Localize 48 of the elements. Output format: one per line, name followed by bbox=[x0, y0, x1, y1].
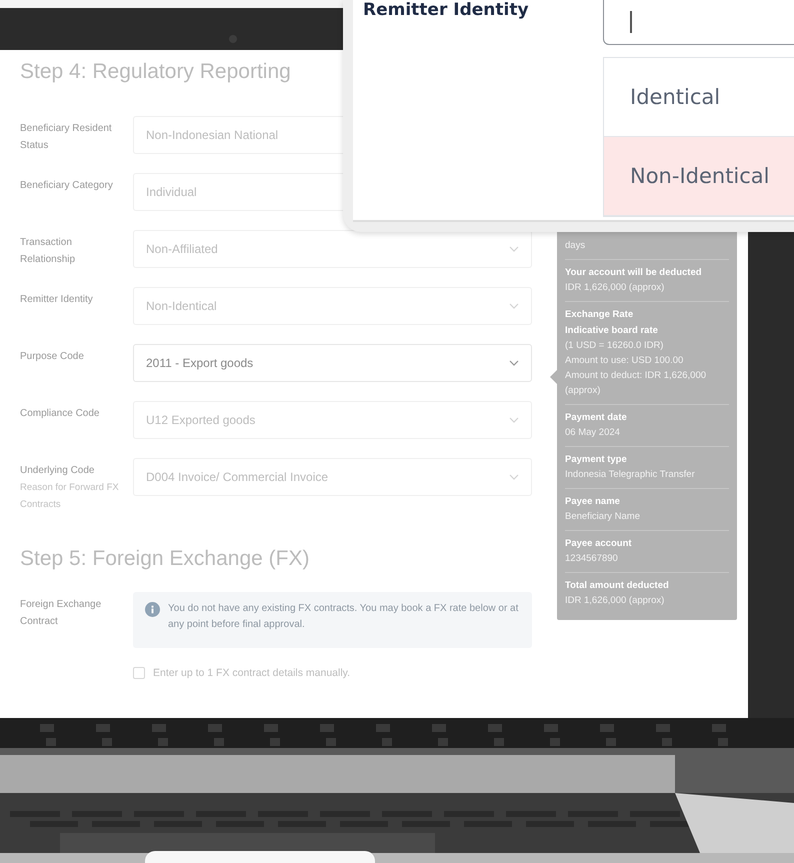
checkbox[interactable] bbox=[133, 667, 145, 679]
select-field[interactable]: Non-Identical bbox=[133, 287, 532, 325]
summary-label: Payee account bbox=[565, 537, 633, 550]
summary-value: Amount to use: USD 100.00 bbox=[565, 355, 684, 367]
field-hint: Reason for Forward FX Contracts bbox=[20, 481, 120, 512]
summary-label: Exchange Rate bbox=[565, 308, 634, 321]
summary-value: Beneficiary Name bbox=[565, 511, 641, 523]
select-field[interactable]: 2011 - Export goods bbox=[133, 344, 532, 382]
field-label: Beneficiary Resident Status bbox=[20, 122, 113, 153]
info-icon bbox=[145, 602, 160, 617]
summary-label: Payment type bbox=[565, 453, 628, 466]
field-label: Remitter Identity bbox=[362, 0, 530, 22]
summary-label: Payee name bbox=[565, 495, 621, 508]
summary-value: Indonesia Telegraphic Transfer bbox=[565, 469, 696, 481]
summary-value: IDR 1,626,000 (approx) bbox=[565, 595, 666, 607]
summary-value: 06 May 2024 bbox=[565, 427, 621, 439]
summary-value: days bbox=[565, 240, 586, 252]
summary-value: (approx) bbox=[565, 385, 602, 397]
field-label: Purpose Code bbox=[20, 350, 85, 364]
chevron-down-icon bbox=[509, 246, 519, 252]
text-field[interactable] bbox=[603, 0, 794, 45]
chevron-down-icon bbox=[509, 303, 519, 309]
chevron-down-icon bbox=[509, 360, 519, 366]
chevron-down-icon bbox=[509, 474, 519, 480]
select-field[interactable]: U12 Exported goods bbox=[133, 401, 532, 439]
field-label: Remitter Identity bbox=[20, 293, 94, 307]
field-label: Transaction Relationship bbox=[20, 236, 76, 267]
summary-label: Your account will be deducted bbox=[565, 266, 703, 279]
select-field[interactable]: D004 Invoice/ Commercial Invoice bbox=[133, 458, 532, 496]
summary-value: Amount to deduct: IDR 1,626,000 bbox=[565, 370, 708, 382]
text-cursor-icon bbox=[630, 11, 632, 33]
section-heading: Step 4: Regulatory Reporting bbox=[20, 59, 292, 85]
field-label: Compliance Code bbox=[20, 407, 100, 421]
field-label: Foreign Exchange Contract bbox=[20, 598, 102, 629]
summary-value: (1 USD = 16260.0 IDR) bbox=[565, 340, 664, 352]
info-message: You do not have any existing FX contracts. You may book a FX rate below or at any point before final approval. bbox=[168, 602, 520, 632]
select-field[interactable]: Non-Affiliated bbox=[133, 230, 532, 268]
field-label: Beneficiary Category bbox=[20, 179, 114, 193]
checkbox-label: Enter up to 1 FX contract details manually. bbox=[153, 667, 350, 679]
dropdown-option[interactable]: Non-Identical bbox=[604, 137, 794, 216]
summary-value: 1234567890 bbox=[565, 553, 619, 565]
summary-label: Total amount deducted bbox=[565, 579, 670, 592]
section-heading: Step 5: Foreign Exchange (FX) bbox=[20, 546, 310, 572]
field-label: Underlying Code bbox=[20, 464, 96, 478]
summary-value: IDR 1,626,000 (approx) bbox=[565, 282, 666, 294]
chevron-down-icon bbox=[509, 417, 519, 423]
summary-label: Payment date bbox=[565, 411, 628, 424]
summary-sublabel: Indicative board rate bbox=[565, 324, 659, 337]
